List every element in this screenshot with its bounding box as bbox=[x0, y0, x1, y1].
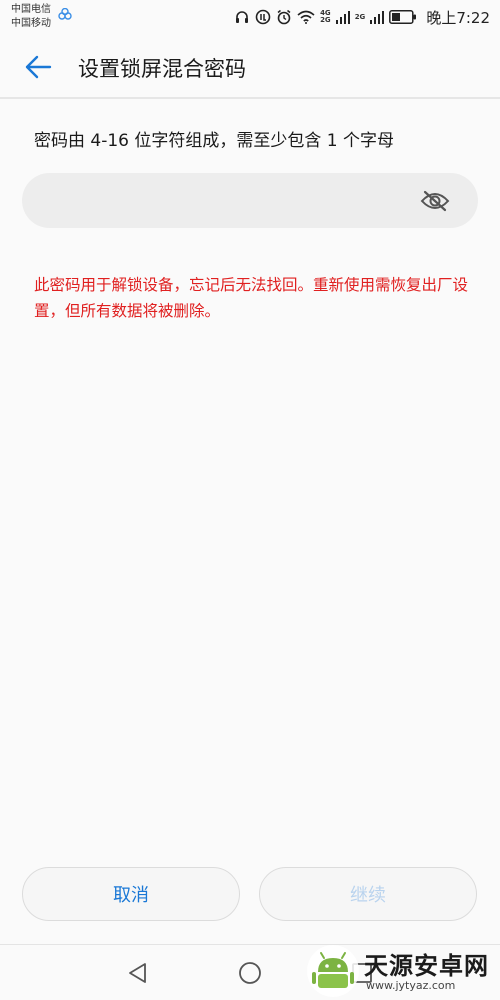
app-header: 设置锁屏混合密码 bbox=[0, 38, 500, 99]
wifi-icon bbox=[297, 10, 315, 24]
password-field-container[interactable] bbox=[22, 173, 478, 230]
data-saver-icon bbox=[255, 9, 271, 25]
headset-icon bbox=[236, 11, 249, 23]
carrier-2-label: 中国移动 bbox=[11, 18, 51, 29]
network-type-2: 2G bbox=[354, 12, 366, 21]
network-type-1: 4G 2G bbox=[320, 10, 331, 24]
watermark-name: 天源安卓网 bbox=[364, 952, 489, 980]
page-title: 设置锁屏混合密码 bbox=[78, 57, 246, 81]
password-instruction: 密码由 4-16 位字符组成，需至少包含 1 个字母 bbox=[34, 131, 395, 151]
network-type-1-sub-label: 2G bbox=[320, 16, 331, 24]
watermark-url: www.jytyaz.com bbox=[366, 979, 456, 992]
status-icons: 4G 2G 2G 晚上7:22 bbox=[234, 6, 490, 28]
cancel-button[interactable]: 取消 bbox=[22, 867, 240, 921]
continue-button[interactable]: 继续 bbox=[259, 867, 477, 921]
hd-call-icon bbox=[58, 8, 72, 20]
visibility-toggle-button[interactable] bbox=[420, 187, 450, 215]
status-bar: 中国电信 中国移动 4G 2G 2G 晚上7:22 bbox=[0, 0, 500, 38]
nav-back-icon[interactable] bbox=[126, 961, 150, 985]
carrier-1-label: 中国电信 bbox=[11, 4, 51, 15]
password-warning: 此密码用于解锁设备，忘记后无法找回。重新使用需恢复出厂设置，但所有数据将被删除。 bbox=[34, 276, 469, 320]
status-time: 晚上7:22 bbox=[426, 8, 490, 27]
eye-off-icon bbox=[420, 190, 450, 212]
alarm-icon bbox=[277, 9, 291, 25]
carrier-info: 中国电信 中国移动 bbox=[11, 3, 51, 31]
signal-2-icon bbox=[370, 11, 385, 24]
screen: 中国电信 中国移动 4G 2G 2G 晚上7:22 设置锁屏混合密码 密码由 4… bbox=[0, 0, 500, 1000]
battery-icon bbox=[389, 10, 417, 24]
password-input[interactable] bbox=[42, 173, 416, 230]
back-button[interactable] bbox=[16, 49, 60, 85]
android-logo-icon bbox=[307, 945, 359, 997]
nav-home-icon[interactable] bbox=[238, 961, 262, 985]
arrow-left-icon bbox=[25, 55, 52, 79]
site-watermark: 天源安卓网 www.jytyaz.com bbox=[304, 942, 500, 1000]
signal-1-icon bbox=[335, 11, 350, 24]
